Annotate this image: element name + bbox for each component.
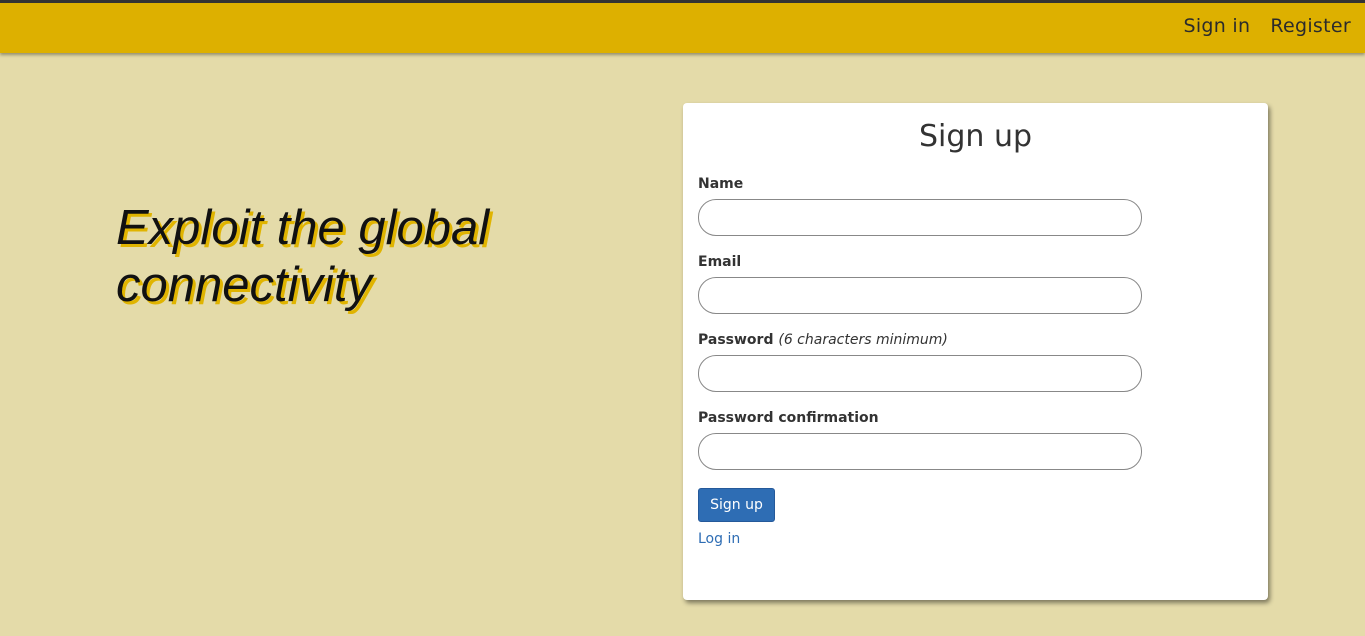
name-label-text: Name <box>698 176 744 192</box>
password-label: Password (6 characters minimum) <box>698 332 948 348</box>
nav-links: Sign in Register <box>1183 15 1351 37</box>
signup-form: Sign up Name Email Password (6 character… <box>683 103 1268 600</box>
password-confirmation-field[interactable] <box>698 433 1142 470</box>
sign-up-button[interactable]: Sign up <box>698 488 775 522</box>
password-confirmation-label-text: Password confirmation <box>698 410 879 426</box>
email-label: Email <box>698 254 741 270</box>
register-link[interactable]: Register <box>1270 15 1351 37</box>
email-field[interactable] <box>698 277 1142 314</box>
form-title: Sign up <box>918 119 1033 154</box>
email-label-text: Email <box>698 254 742 270</box>
hero-headline: Exploit the global connectivity <box>116 201 490 312</box>
name-label: Name <box>698 176 743 192</box>
top-navbar: Sign in Register <box>0 0 1365 53</box>
log-in-link[interactable]: Log in <box>698 531 740 547</box>
password-field[interactable] <box>698 355 1142 392</box>
name-field[interactable] <box>698 199 1142 236</box>
password-confirmation-label: Password confirmation <box>698 410 879 426</box>
password-hint: (6 characters minimum) <box>778 332 948 348</box>
password-label-text: Password <box>698 332 774 348</box>
sign-in-link[interactable]: Sign in <box>1183 15 1250 37</box>
